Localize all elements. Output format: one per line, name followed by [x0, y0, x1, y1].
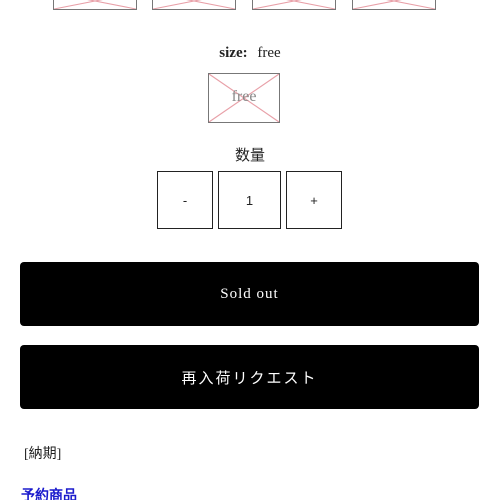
color-swatch[interactable]: [152, 0, 236, 10]
quantity-increase-button[interactable]: +: [286, 171, 342, 229]
swatch-row: [0, 0, 500, 12]
size-label: size: free: [0, 45, 500, 62]
broken-image-icon: [153, 0, 235, 9]
quantity-decrease-button[interactable]: -: [157, 171, 213, 229]
size-option-alt-text: free: [231, 88, 257, 105]
broken-image-icon: [253, 0, 335, 9]
broken-image-icon: [353, 0, 435, 9]
product-options-panel: size: free free 数量 - 1 + Sold out 再入荷リクエ…: [0, 0, 500, 500]
size-selected-value: free: [257, 45, 281, 61]
size-key: size:: [219, 45, 248, 61]
broken-image-icon: [54, 0, 136, 9]
color-swatch[interactable]: [352, 0, 436, 10]
restock-request-button[interactable]: 再入荷リクエスト: [20, 345, 479, 409]
color-swatch[interactable]: [53, 0, 137, 10]
quantity-field[interactable]: 1: [218, 171, 281, 229]
quantity-label: 数量: [234, 148, 265, 164]
sold-out-button[interactable]: Sold out: [20, 262, 479, 326]
preorder-link[interactable]: 予約商品: [21, 485, 77, 500]
size-option-free[interactable]: free: [208, 73, 280, 123]
delivery-label: [納期]: [24, 447, 62, 462]
color-swatch[interactable]: [252, 0, 336, 10]
